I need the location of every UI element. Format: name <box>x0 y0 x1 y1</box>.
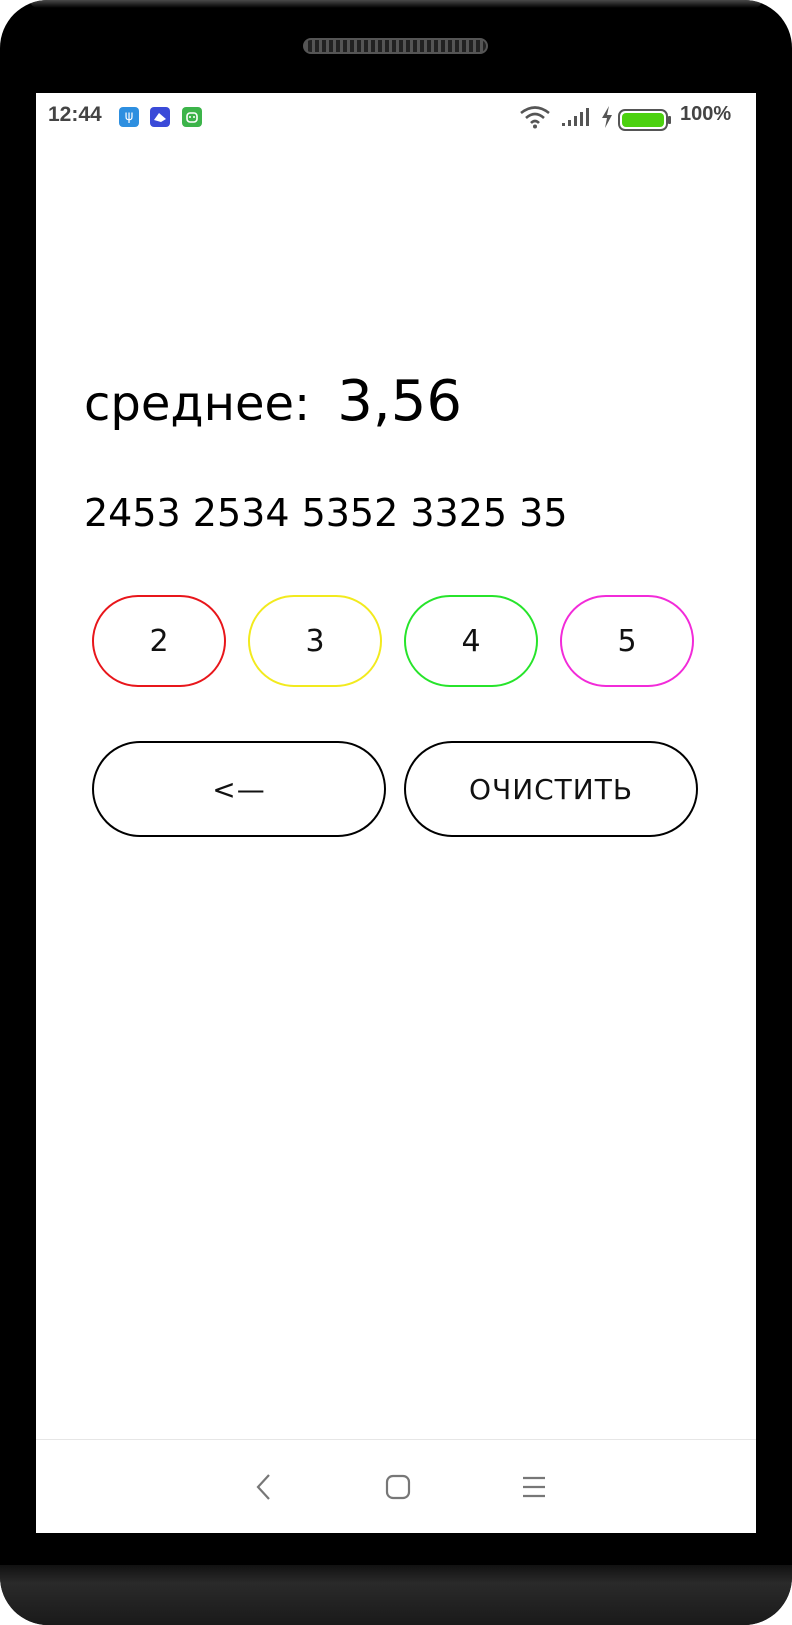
phone-frame: 12:44 ψ 100% среднее: 3,56 2453 2534 535… <box>0 0 792 1625</box>
earpiece-speaker <box>303 38 488 54</box>
android-icon <box>182 107 202 127</box>
phone-top-edge <box>30 0 762 8</box>
home-icon[interactable] <box>373 1462 423 1512</box>
grade-4-button[interactable]: 4 <box>404 595 538 687</box>
status-bar: 12:44 ψ 100% <box>36 93 756 143</box>
phone-bottom-bezel <box>0 1565 792 1625</box>
grades-display: 2453 2534 5352 3325 35 <box>84 491 568 535</box>
clear-button[interactable]: ОЧИСТИТЬ <box>404 741 698 837</box>
wifi-icon <box>519 105 551 133</box>
usb-icon: ψ <box>119 107 139 127</box>
battery-icon <box>618 109 672 135</box>
average-row: среднее: 3,56 <box>84 369 462 434</box>
charging-icon <box>601 106 613 132</box>
recents-icon[interactable] <box>509 1462 559 1512</box>
battery-percent: 100% <box>680 103 732 125</box>
grade-2-button[interactable]: 2 <box>92 595 226 687</box>
backspace-button[interactable]: <— <box>92 741 386 837</box>
grade-3-button[interactable]: 3 <box>248 595 382 687</box>
back-icon[interactable] <box>239 1462 289 1512</box>
average-value: 3,56 <box>337 369 462 434</box>
app-icon <box>150 107 170 127</box>
status-time: 12:44 <box>48 103 102 126</box>
grade-5-button[interactable]: 5 <box>560 595 694 687</box>
signal-icon <box>561 107 591 131</box>
average-label: среднее: <box>84 376 311 432</box>
navigation-bar <box>36 1440 756 1533</box>
screen: 12:44 ψ 100% среднее: 3,56 2453 2534 535… <box>36 93 756 1533</box>
